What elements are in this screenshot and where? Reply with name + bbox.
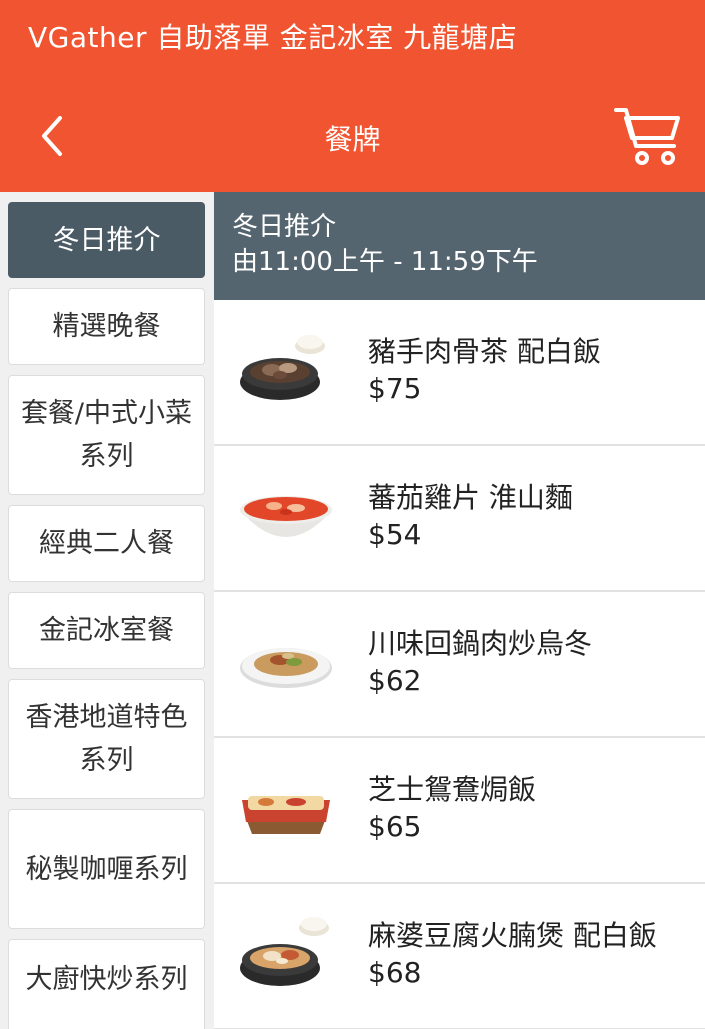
menu-item[interactable]: 麻婆豆腐火腩煲 配白飯 $68 (214, 884, 705, 1029)
category-item-classic-for-two[interactable]: 經典二人餐 (8, 505, 205, 582)
category-item-set-meals[interactable]: 套餐/中式小菜系列 (8, 375, 205, 495)
item-price: $54 (368, 518, 422, 551)
menu-item[interactable]: 芝士鴛鴦焗飯 $65 (214, 738, 705, 884)
udon-plate-icon (236, 620, 336, 706)
item-price: $62 (368, 664, 422, 697)
menu-item[interactable]: 蕃茄雞片 淮山麵 $54 (214, 446, 705, 592)
baked-rice-dish-icon (236, 766, 336, 852)
item-price: $65 (368, 810, 422, 843)
category-sidebar: 冬日推介 精選晚餐 套餐/中式小菜系列 經典二人餐 金記冰室餐 香港地道特色系列… (0, 192, 214, 1029)
section-title: 冬日推介 (232, 212, 337, 242)
menu-content: 冬日推介 由11:00上午 - 11:59下午 豬手肉骨茶 配白飯 $75 蕃茄… (214, 192, 705, 1029)
menu-item[interactable]: 豬手肉骨茶 配白飯 $75 (214, 300, 705, 446)
item-name: 麻婆豆腐火腩煲 配白飯 (368, 919, 657, 952)
cart-button[interactable] (612, 100, 684, 172)
category-item-curry-series[interactable]: 秘製咖喱系列 (8, 809, 205, 929)
category-item-chef-stir-fry[interactable]: 大廚快炒系列 (8, 939, 205, 1029)
page-title: 餐牌 (324, 123, 381, 156)
item-name: 川味回鍋肉炒烏冬 (368, 627, 593, 660)
app-header: VGather 自助落單 金記冰室 九龍塘店 餐牌 (0, 0, 705, 192)
item-name: 芝士鴛鴦焗飯 (368, 773, 537, 806)
tomato-noodle-bowl-icon (236, 474, 336, 560)
item-name: 豬手肉骨茶 配白飯 (368, 335, 601, 368)
menu-item[interactable]: 川味回鍋肉炒烏冬 $62 (214, 592, 705, 738)
category-item-winter-specials[interactable]: 冬日推介 (8, 202, 205, 278)
app-title: VGather 自助落單 金記冰室 九龍塘店 (28, 21, 518, 54)
category-item-kam-kee-meals[interactable]: 金記冰室餐 (8, 592, 205, 669)
item-name: 蕃茄雞片 淮山麵 (368, 481, 573, 514)
section-hours: 由11:00上午 - 11:59下午 (232, 247, 538, 277)
claypot-with-rice-icon (236, 328, 336, 414)
category-item-dinner-selection[interactable]: 精選晚餐 (8, 288, 205, 365)
category-item-hk-local-specials[interactable]: 香港地道特色系列 (8, 679, 205, 799)
claypot-with-rice-icon (236, 912, 336, 998)
item-price: $68 (368, 956, 422, 989)
item-price: $75 (368, 372, 422, 405)
cart-icon (614, 108, 680, 165)
section-header: 冬日推介 由11:00上午 - 11:59下午 (214, 192, 705, 300)
